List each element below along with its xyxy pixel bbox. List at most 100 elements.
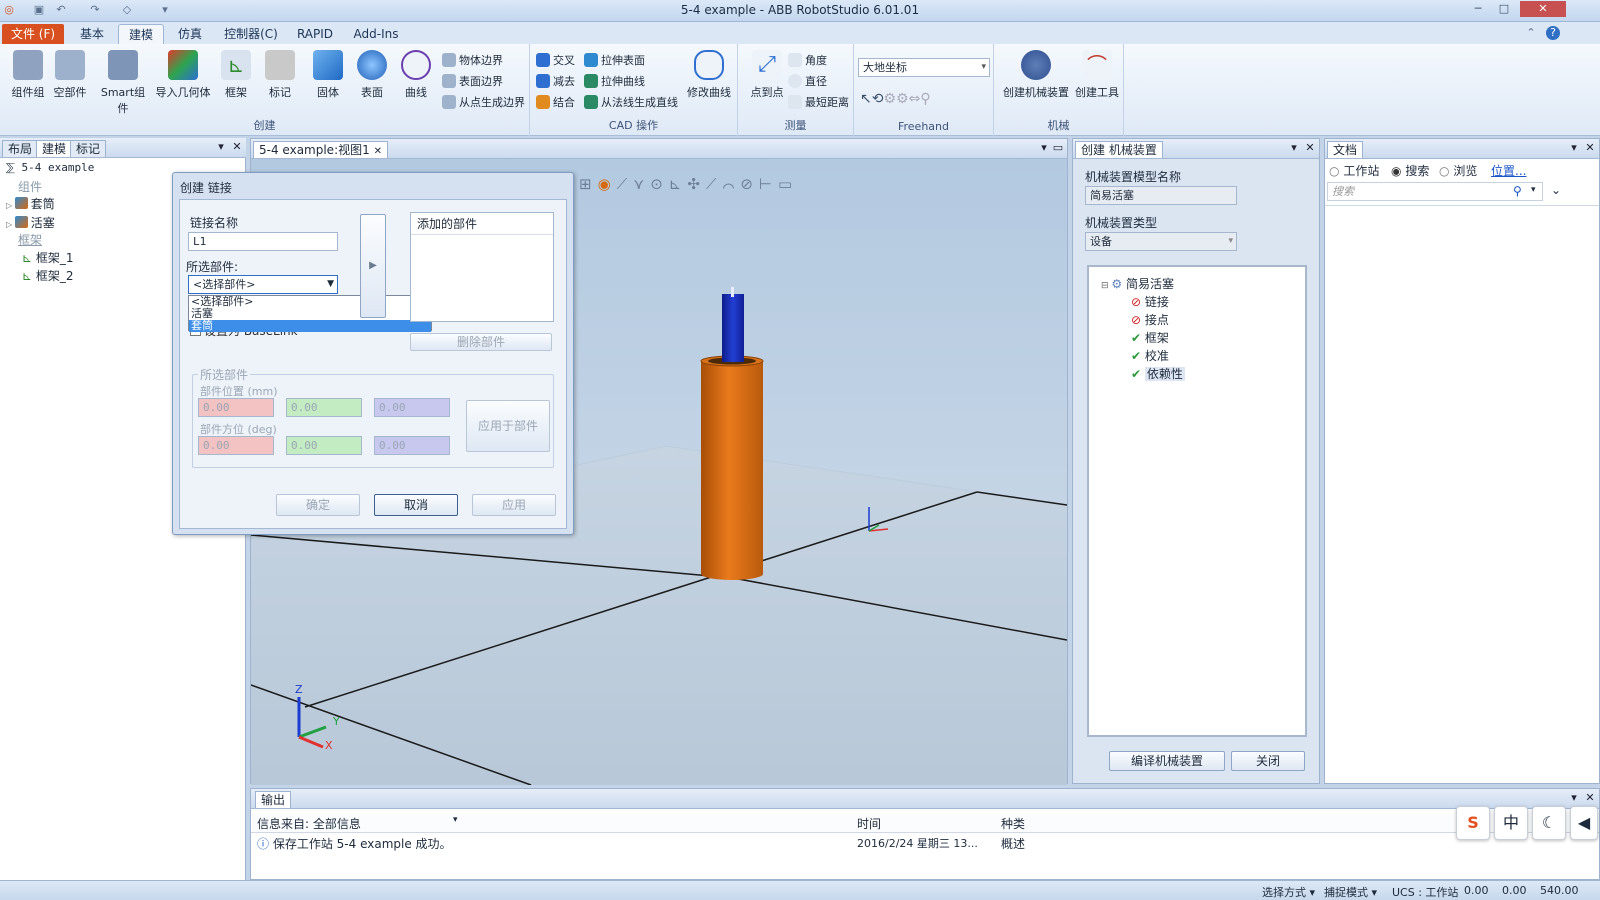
close-mechanism-button[interactable]: 关闭 (1231, 751, 1305, 771)
ime-chinese-mode[interactable]: 中 (1494, 806, 1528, 840)
compile-mechanism-button[interactable]: 编译机械装置 (1109, 751, 1225, 771)
ime-speaker-icon[interactable]: ◀ (1570, 806, 1598, 840)
close-view-icon[interactable]: ✕ (374, 146, 382, 157)
output-message-row[interactable]: ⓘ 保存工作站 5-4 example 成功。 (257, 835, 452, 852)
curve-button[interactable]: 曲线 (398, 50, 434, 100)
viewport-toolbar[interactable]: ⊞◉⟋⋎⊙⊾✣⟋⌒⊘⊢▭ (579, 175, 798, 193)
radio-station[interactable]: ○ 工作站 (1329, 162, 1379, 179)
mechanism-tree[interactable]: ⊟ ⚙ 简易活塞 ⊘ 链接 ⊘ 接点 ✔ 框架 ✔ 校准 ✔ 依赖性 (1087, 265, 1307, 737)
frame-button[interactable]: ⊾ 框架 (218, 50, 254, 100)
tree-item-frame-1[interactable]: ⊾ 框架_1 (22, 249, 74, 266)
dropdown-option[interactable]: 活塞 (189, 308, 431, 320)
document-search-input[interactable]: 搜索 (1327, 182, 1543, 201)
tab-view1[interactable]: 5-4 example:视图1 ✕ (253, 141, 388, 158)
position-y-input[interactable]: 0.00 (286, 398, 362, 417)
maximize-button[interactable]: □ (1492, 1, 1516, 17)
tab-file[interactable]: 文件 (F) (2, 24, 64, 44)
panel-close-icon[interactable]: ✕ (1583, 791, 1597, 805)
measure-icon[interactable]: ⊢ (759, 175, 778, 193)
panel-close-icon[interactable]: ✕ (1303, 141, 1317, 155)
position-x-input[interactable]: 0.00 (198, 398, 274, 417)
panel-menu-icon[interactable]: ▾ (1567, 791, 1581, 805)
solid-button[interactable]: 固体 (310, 50, 346, 100)
extrude-curve-button[interactable]: 拉伸曲线 (584, 73, 645, 91)
search-options-icon[interactable]: ▾ (1531, 185, 1536, 195)
panel-menu-icon[interactable]: ▾ (1567, 141, 1581, 155)
sleeve-cylinder[interactable] (701, 361, 763, 580)
point-to-point-button[interactable]: ⤢ 点到点 (744, 50, 790, 100)
tab-simulation[interactable]: 仿真 (168, 24, 212, 44)
snap-icon[interactable]: ⋎ (633, 175, 650, 193)
snap-mode[interactable]: 捕捉模式 ▾ (1324, 884, 1377, 900)
import-geometry-button[interactable]: 导入几何体 (154, 50, 212, 100)
added-parts-list[interactable]: 添加的部件 (410, 212, 554, 322)
part-combo[interactable]: <选择部件> ▼ (188, 275, 338, 294)
delete-part-button[interactable]: 删除部件 (410, 333, 552, 351)
jog-reorient-icon[interactable]: ⇔ (909, 91, 921, 107)
radio-browse[interactable]: ○ 浏览 (1439, 162, 1477, 179)
line-from-normal-button[interactable]: 从法线生成直线 (584, 94, 678, 112)
surface-button[interactable]: 表面 (354, 50, 390, 100)
object-border-button[interactable]: 物体边界 (442, 52, 503, 70)
mechanism-tree-item-links[interactable]: ⊘ 链接 (1131, 293, 1169, 310)
jog-linear-icon[interactable]: ⚙ (896, 91, 909, 107)
snap-icon[interactable]: ⊾ (669, 175, 688, 193)
dropdown-option[interactable]: <选择部件> (189, 296, 431, 308)
view-tool-icon[interactable]: ⊞ (579, 175, 598, 193)
tab-output[interactable]: 输出 (255, 791, 292, 808)
mechanism-tree-item-dependency[interactable]: ✔ 依赖性 (1131, 365, 1185, 382)
tab-addins[interactable]: Add-Ins (348, 24, 404, 44)
rotate-icon[interactable]: ⟲ (872, 91, 884, 107)
part-dropdown-list[interactable]: <选择部件> 活塞 套筒 (188, 295, 432, 332)
link-name-input[interactable]: L1 (188, 232, 338, 251)
tab-create-mechanism[interactable]: 创建 机械装置 (1075, 141, 1163, 158)
ime-moon-icon[interactable]: ☾ (1532, 806, 1566, 840)
location-link[interactable]: 位置... (1491, 162, 1526, 179)
panel-menu-icon[interactable]: ▾ (214, 140, 228, 154)
close-window-button[interactable]: ✕ (1520, 1, 1566, 17)
modify-curve-button[interactable]: 修改曲线 (684, 50, 734, 100)
orientation-y-input[interactable]: 0.00 (286, 436, 362, 455)
selection-mode[interactable]: 选择方式 ▾ (1262, 884, 1315, 900)
panel-close-icon[interactable]: ✕ (230, 140, 244, 154)
apply-to-part-button[interactable]: 应用于部件 (466, 400, 550, 452)
component-group-button[interactable]: 组件组 (8, 50, 48, 100)
smart-component-button[interactable]: Smart组件 (96, 50, 150, 116)
cancel-button[interactable]: 取消 (374, 494, 458, 516)
tab-rapid[interactable]: RAPID (292, 24, 338, 44)
ok-button[interactable]: 确定 (276, 494, 360, 516)
surface-border-button[interactable]: 表面边界 (442, 73, 503, 91)
collapse-ribbon-icon[interactable]: ⌃ (1524, 26, 1538, 40)
mechanism-tree-item-joints[interactable]: ⊘ 接点 (1131, 311, 1169, 328)
tab-layout[interactable]: 布局 (2, 140, 39, 157)
panel-close-icon[interactable]: ✕ (1583, 141, 1597, 155)
mechanism-tree-item-calibration[interactable]: ✔ 校准 (1131, 347, 1169, 364)
tag-button[interactable]: 标记 (262, 50, 298, 100)
mechanism-tree-root[interactable]: ⊟ ⚙ 简易活塞 (1101, 275, 1174, 292)
diameter-button[interactable]: 直径 (788, 73, 827, 91)
measure-icon[interactable]: ⟋ (706, 175, 723, 193)
move-icon[interactable]: ↖ (860, 91, 872, 107)
piston-cylinder[interactable] (722, 294, 744, 364)
measure-icon[interactable]: ▭ (778, 175, 798, 193)
ime-logo-icon[interactable]: S (1456, 806, 1490, 840)
dropdown-option-highlighted[interactable]: 套筒 (189, 320, 431, 332)
orientation-x-input[interactable]: 0.00 (198, 436, 274, 455)
snap-icon[interactable]: ⟋ (617, 175, 634, 193)
union-button[interactable]: 结合 (536, 94, 575, 112)
apply-button[interactable]: 应用 (472, 494, 556, 516)
shortest-distance-button[interactable]: 最短距离 (788, 94, 849, 112)
tab-documents[interactable]: 文档 (1327, 141, 1364, 158)
tab-controller[interactable]: 控制器(C) (218, 24, 284, 44)
mechanism-tree-item-frames[interactable]: ✔ 框架 (1131, 329, 1169, 346)
angle-button[interactable]: 角度 (788, 52, 827, 70)
measure-icon[interactable]: ⌒ (722, 175, 740, 193)
column-time[interactable]: 时间 (857, 815, 881, 832)
snap-icon[interactable]: ✣ (687, 175, 706, 193)
position-z-input[interactable]: 0.00 (374, 398, 450, 417)
tab-modeling[interactable]: 建模 (118, 24, 164, 44)
border-from-points-button[interactable]: 从点生成边界 (442, 94, 525, 112)
view-menu-icon[interactable]: ▾ (1037, 141, 1051, 155)
tree-item-frame-2[interactable]: ⊾ 框架_2 (22, 267, 74, 284)
radio-search[interactable]: ◉ 搜索 (1391, 162, 1429, 179)
